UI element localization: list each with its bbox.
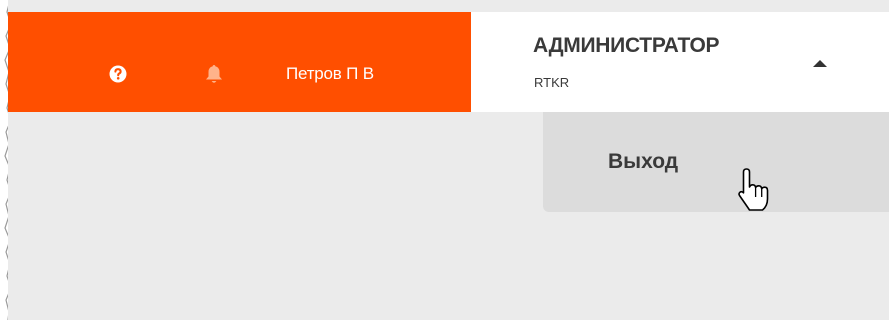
role-title: АДМИНИСТРАТОР	[533, 34, 720, 57]
header-accent-bar: Петров П В	[8, 12, 471, 112]
user-name[interactable]: Петров П В	[286, 64, 374, 84]
user-dropdown-menu: Выход	[543, 112, 889, 212]
logout-menu-item[interactable]: Выход	[608, 150, 678, 174]
question-circle-icon[interactable]	[109, 65, 127, 83]
hand-pointer-cursor-icon	[738, 168, 769, 211]
organization-code: RTKR	[534, 75, 570, 90]
caret-up-icon[interactable]	[813, 60, 827, 67]
user-menu-toggle[interactable]: АДМИНИСТРАТОР RTKR	[471, 12, 889, 112]
bell-icon[interactable]	[204, 63, 224, 85]
top-bar: Петров П В АДМИНИСТРАТОР RTKR	[8, 0, 889, 112]
page: Петров П В АДМИНИСТРАТОР RTKR Выход	[8, 0, 889, 320]
